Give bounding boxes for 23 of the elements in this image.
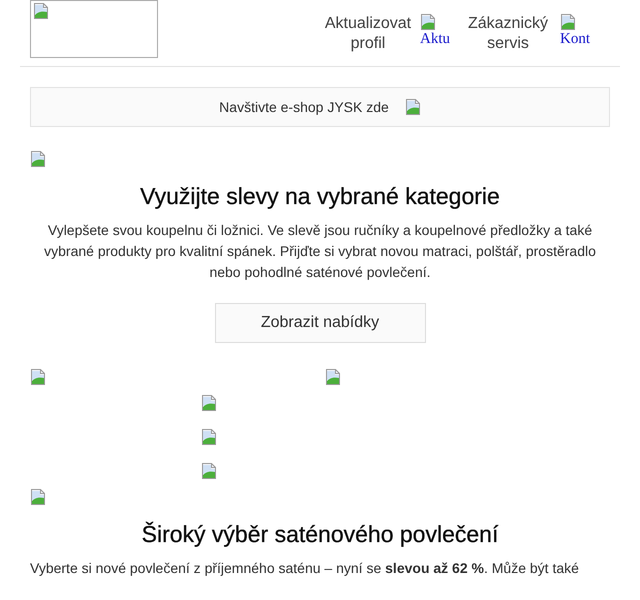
banner-text[interactable]: Navštivte e-shop JYSK zde — [219, 99, 389, 115]
broken-image-icon — [30, 369, 46, 385]
image-alt-text[interactable]: Kont — [560, 30, 590, 48]
broken-image-icon — [201, 429, 217, 445]
section-text: Vyberte si nové povlečení z příjemného saténu – nyní se slevou až 62 %. Může být také — [30, 559, 580, 578]
logo-placeholder[interactable] — [30, 0, 158, 58]
section-heading: Využijte slevy na vybrané kategorie — [139, 183, 501, 210]
broken-image-icon — [201, 395, 217, 411]
section-text: Vylepšete svou koupelnu či ložnici. Ve slevě jsou ručníky a koupelnové předložky a také vybrané produkty pro kvalitní spánek. Přijďte si vybrat novou matraci, polštář, prostěradlo nebo pohodlné saténové povlečení. — [43, 221, 597, 282]
header-link[interactable]: Zákaznický servis — [462, 14, 554, 54]
broken-image-icon — [201, 463, 217, 479]
broken-image-icon — [560, 14, 576, 30]
image-alt-text[interactable]: Aktu — [420, 30, 450, 48]
header-link[interactable]: Aktualizovat profil — [322, 14, 414, 54]
broken-image-icon — [30, 151, 46, 167]
broken-image-icon — [33, 3, 49, 19]
section-heading: Široký výběr saténového povlečení — [140, 521, 500, 548]
broken-image-icon — [325, 369, 341, 385]
broken-image-icon — [420, 14, 436, 30]
broken-image-icon — [30, 489, 46, 505]
shop-banner[interactable]: Navštivte e-shop JYSK zde — [30, 87, 610, 127]
offers-button[interactable]: Zobrazit nabídky — [214, 303, 426, 343]
broken-image-icon — [404, 99, 421, 115]
